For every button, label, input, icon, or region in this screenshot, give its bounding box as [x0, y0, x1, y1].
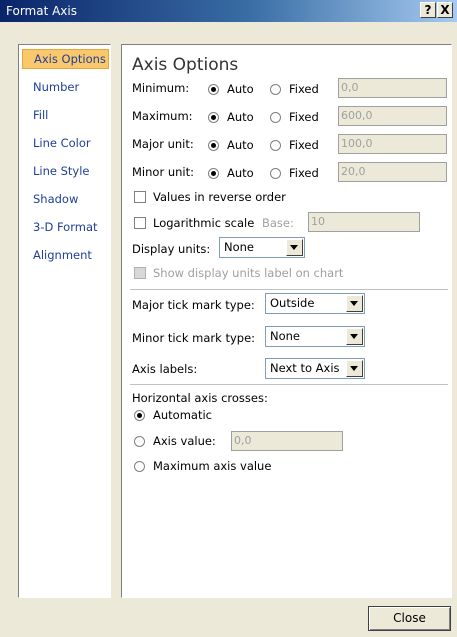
display-units-label: Display units: [132, 242, 211, 256]
crosses-max-radio[interactable] [134, 461, 145, 472]
maximum-auto-label: Auto [227, 110, 254, 124]
crosses-axis-value-radio[interactable] [134, 436, 145, 447]
chevron-down-icon [346, 360, 363, 377]
crosses-automatic-radio[interactable] [134, 410, 145, 421]
axis-labels-label: Axis labels: [132, 362, 198, 376]
reverse-order-label: Values in reverse order [153, 190, 286, 204]
minor-unit-auto-radio[interactable] [208, 168, 219, 179]
major-unit-fixed-radio[interactable] [270, 140, 281, 151]
minimum-auto-radio[interactable] [208, 84, 219, 95]
display-units-select[interactable]: None [219, 237, 305, 258]
reverse-order-checkbox[interactable] [134, 191, 146, 203]
crosses-axis-value-label: Axis value: [153, 434, 216, 448]
major-tick-value: Outside [270, 296, 315, 310]
minor-unit-auto-label: Auto [227, 166, 254, 180]
crosses-title: Horizontal axis crosses: [132, 391, 268, 405]
maximum-fixed-label: Fixed [289, 110, 319, 124]
maximum-label: Maximum: [132, 109, 193, 123]
minor-unit-value-field[interactable]: 20,0 [338, 162, 447, 182]
minor-tick-value: None [270, 329, 301, 343]
base-label: Base: [262, 216, 294, 230]
minor-tick-label: Minor tick mark type: [132, 331, 256, 345]
axis-options-panel: Axis Options Minimum: Auto Fixed 0,0 Max… [121, 44, 452, 598]
divider [130, 384, 448, 385]
nav-item-axis-options[interactable]: Axis Options [22, 49, 109, 69]
axis-labels-value: Next to Axis [270, 361, 340, 375]
minimum-label: Minimum: [132, 81, 190, 95]
major-tick-select[interactable]: Outside [265, 293, 365, 314]
maximum-value-field[interactable]: 600,0 [338, 106, 447, 126]
major-unit-fixed-label: Fixed [289, 138, 319, 152]
minimum-value-field[interactable]: 0,0 [338, 78, 447, 98]
panel-title: Axis Options [132, 55, 239, 75]
divider [130, 289, 448, 290]
log-scale-checkbox[interactable] [134, 217, 146, 229]
help-button[interactable]: ? [420, 2, 436, 18]
crosses-max-label: Maximum axis value [153, 459, 272, 473]
nav-item-alignment[interactable]: Alignment [22, 245, 109, 265]
crosses-axis-value-field[interactable]: 0,0 [231, 431, 343, 451]
show-units-label-checkbox[interactable] [134, 267, 146, 279]
nav-item-3d-format[interactable]: 3-D Format [22, 217, 109, 237]
nav-item-line-color[interactable]: Line Color [22, 133, 109, 153]
base-value-field[interactable]: 10 [308, 212, 420, 232]
chevron-down-icon [346, 295, 363, 312]
show-units-label-text: Show display units label on chart [153, 266, 344, 280]
minimum-fixed-label: Fixed [289, 82, 319, 96]
close-button[interactable]: Close [368, 606, 451, 631]
chevron-down-icon [346, 328, 363, 345]
nav-item-number[interactable]: Number [22, 77, 109, 97]
maximum-auto-radio[interactable] [208, 112, 219, 123]
major-unit-value-field[interactable]: 100,0 [338, 134, 447, 154]
major-unit-auto-radio[interactable] [208, 140, 219, 151]
log-scale-label: Logarithmic scale [153, 216, 255, 230]
axis-labels-select[interactable]: Next to Axis [265, 358, 365, 379]
title-bar: Format Axis ? X [0, 0, 457, 22]
display-units-value: None [224, 240, 255, 254]
chevron-down-icon [286, 239, 303, 256]
minor-tick-select[interactable]: None [265, 326, 365, 347]
crosses-automatic-label: Automatic [153, 408, 212, 422]
nav-item-line-style[interactable]: Line Style [22, 161, 109, 181]
major-tick-label: Major tick mark type: [132, 298, 255, 312]
minimum-auto-label: Auto [227, 82, 254, 96]
minimum-fixed-radio[interactable] [270, 84, 281, 95]
close-window-button[interactable]: X [437, 2, 453, 18]
nav-item-shadow[interactable]: Shadow [22, 189, 109, 209]
major-unit-label: Major unit: [132, 137, 194, 151]
category-nav: Axis Options Number Fill Line Color Line… [18, 44, 111, 598]
maximum-fixed-radio[interactable] [270, 112, 281, 123]
minor-unit-fixed-label: Fixed [289, 166, 319, 180]
minor-unit-label: Minor unit: [132, 165, 194, 179]
minor-unit-fixed-radio[interactable] [270, 168, 281, 179]
nav-item-fill[interactable]: Fill [22, 105, 109, 125]
major-unit-auto-label: Auto [227, 138, 254, 152]
window-title: Format Axis [6, 4, 77, 18]
